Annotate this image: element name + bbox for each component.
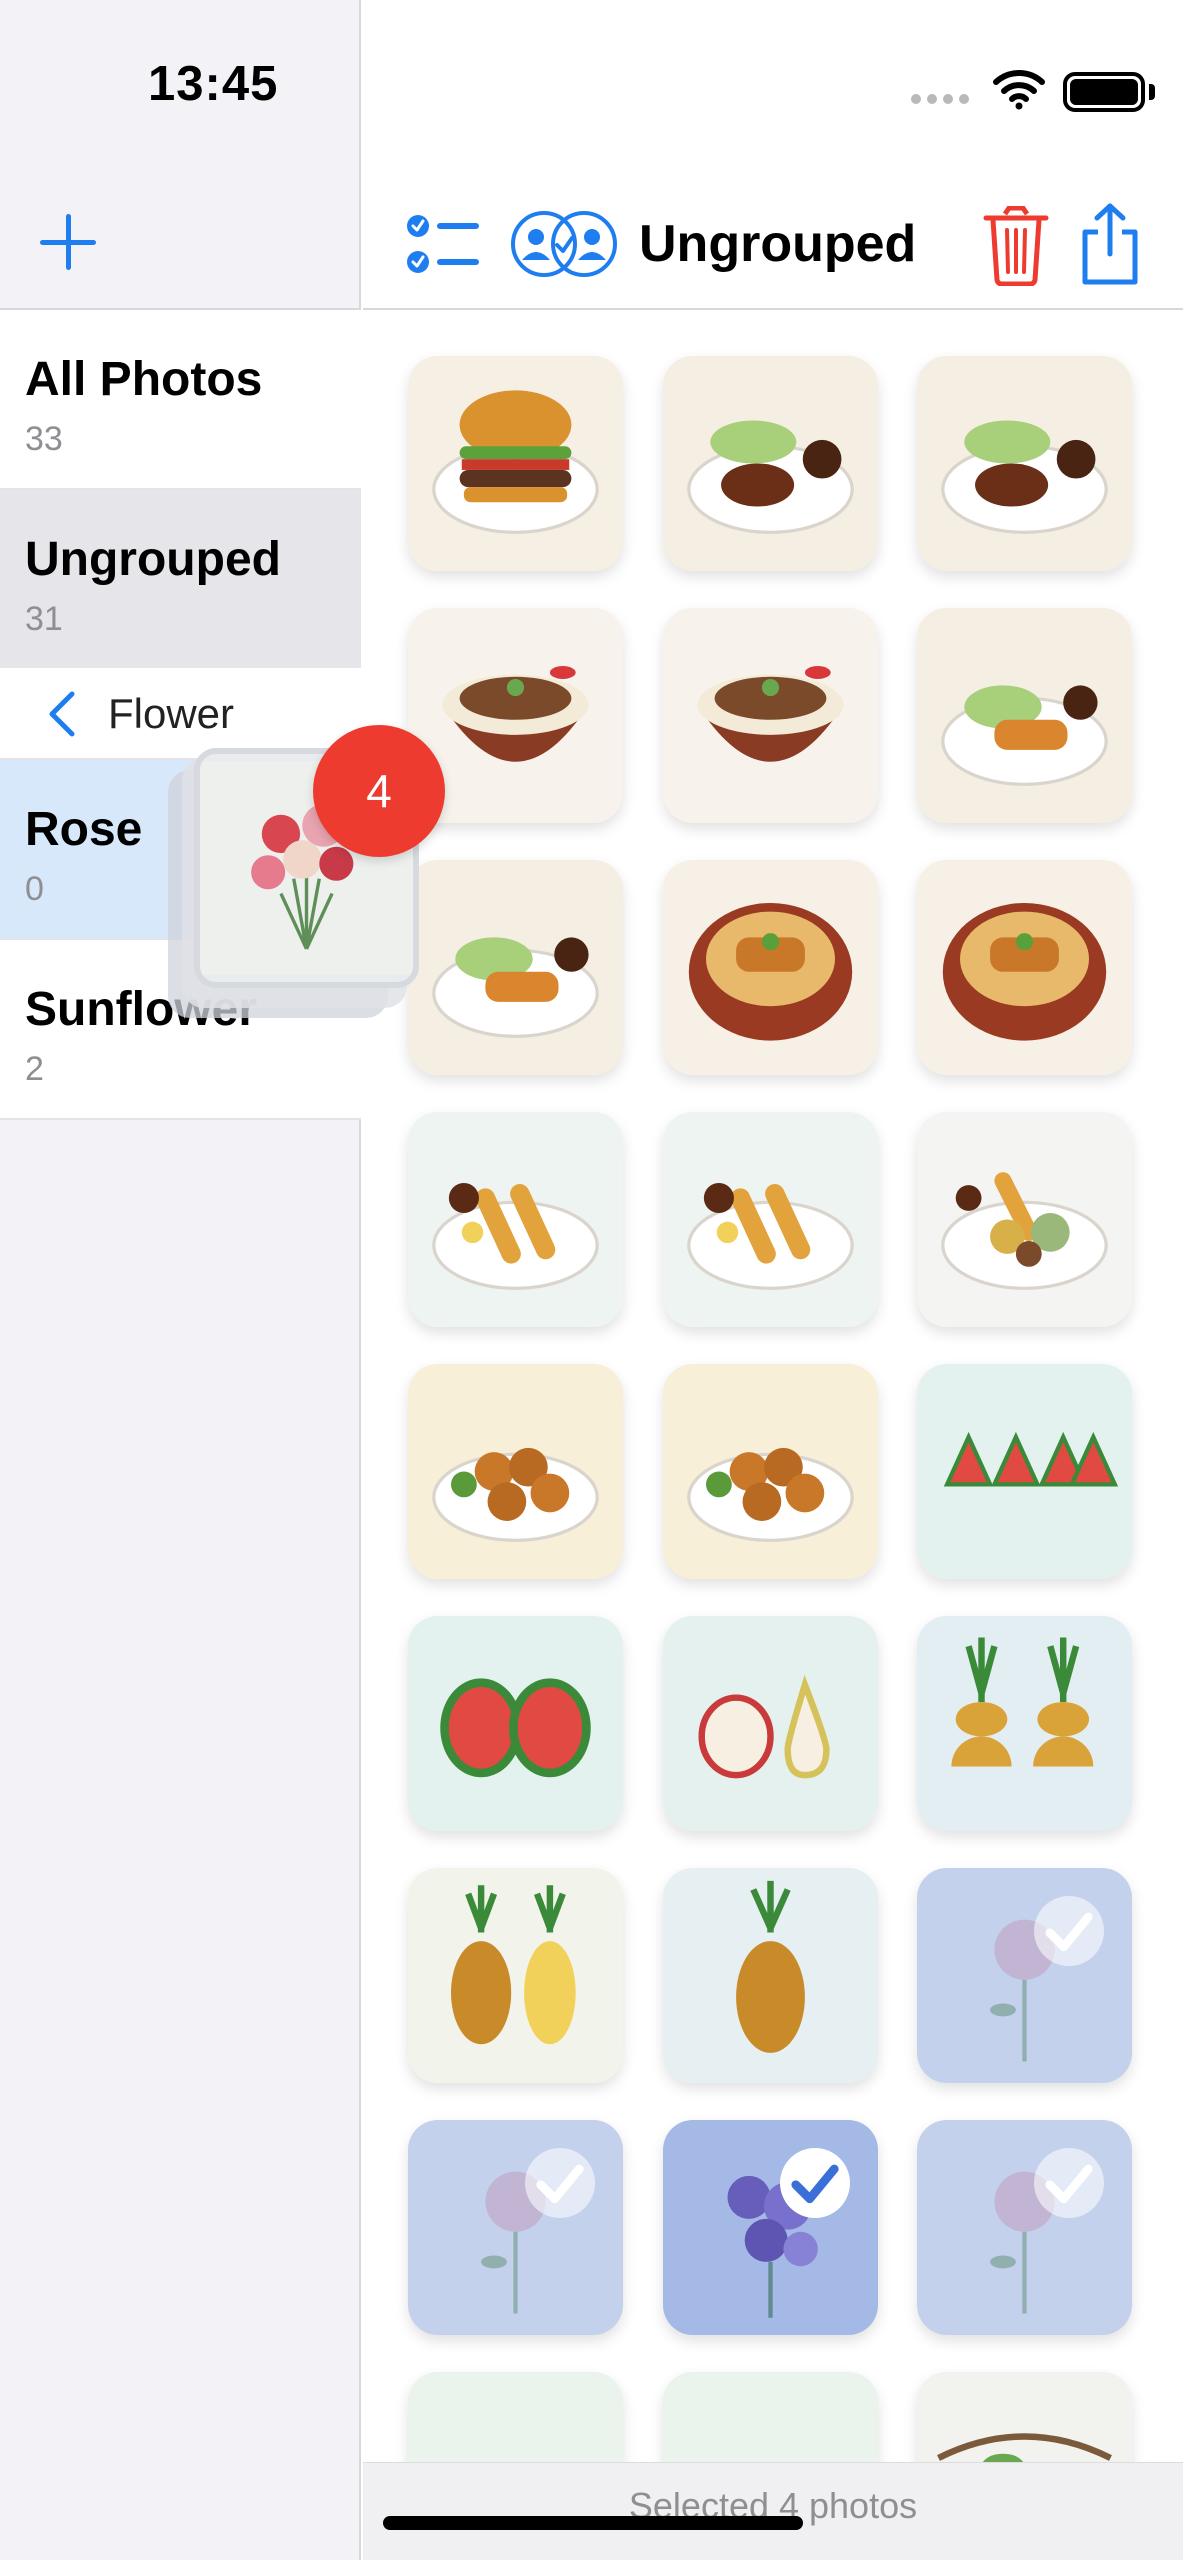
photo-image bbox=[917, 1112, 1132, 1327]
photo-image bbox=[663, 1364, 878, 1579]
photo-image bbox=[663, 1868, 878, 2083]
group-count: 0 bbox=[25, 870, 44, 908]
photo-image bbox=[408, 1364, 623, 1579]
group-count: 31 bbox=[25, 600, 63, 638]
sidebar-item-all-photos[interactable]: All Photos 33 bbox=[0, 310, 361, 490]
photo-image bbox=[663, 608, 878, 823]
photo-thumbnail[interactable] bbox=[917, 2120, 1132, 2335]
photo-thumbnail[interactable] bbox=[663, 356, 878, 571]
photo-thumbnail[interactable] bbox=[408, 860, 623, 1075]
drag-count-badge: 4 bbox=[313, 725, 445, 857]
photo-thumbnail[interactable] bbox=[917, 608, 1132, 823]
photo-thumbnail[interactable] bbox=[663, 1868, 878, 2083]
sidebar-item-ungrouped[interactable]: Ungrouped 31 bbox=[0, 490, 361, 670]
photo-thumbnail[interactable] bbox=[663, 1364, 878, 1579]
photo-thumbnail[interactable] bbox=[408, 2120, 623, 2335]
photo-thumbnail[interactable] bbox=[917, 1868, 1132, 2083]
group-name: All Photos bbox=[25, 353, 263, 406]
photo-image bbox=[408, 1616, 623, 1831]
photo-thumbnail[interactable] bbox=[917, 1364, 1132, 1579]
group-people-icon[interactable] bbox=[508, 208, 620, 280]
photo-thumbnail[interactable] bbox=[917, 860, 1132, 1075]
photo-thumbnail[interactable] bbox=[408, 1364, 623, 1579]
multi-select-icon[interactable] bbox=[405, 210, 483, 280]
trash-icon[interactable] bbox=[983, 206, 1049, 286]
photo-image bbox=[917, 608, 1132, 823]
battery-icon bbox=[1063, 72, 1145, 112]
photo-image bbox=[663, 1616, 878, 1831]
home-indicator bbox=[383, 2516, 803, 2530]
add-group-button[interactable] bbox=[38, 212, 98, 272]
photo-image bbox=[663, 356, 878, 571]
share-icon[interactable] bbox=[1079, 202, 1141, 286]
photo-thumbnail[interactable] bbox=[917, 1616, 1132, 1831]
photo-thumbnail[interactable] bbox=[663, 2120, 878, 2335]
photo-thumbnail[interactable] bbox=[917, 1112, 1132, 1327]
photo-image bbox=[408, 356, 623, 571]
group-name: Rose bbox=[25, 803, 143, 856]
photo-image bbox=[408, 1112, 623, 1327]
page-title: Ungrouped bbox=[639, 215, 917, 273]
photo-image bbox=[917, 1364, 1132, 1579]
wifi-icon bbox=[993, 70, 1045, 110]
cellular-icon bbox=[911, 94, 969, 104]
checkmark-icon bbox=[780, 2148, 850, 2218]
battery-tip bbox=[1149, 84, 1155, 100]
status-bar-indicators bbox=[883, 60, 1183, 120]
photo-thumbnail[interactable] bbox=[408, 1616, 623, 1831]
folder-back-row[interactable]: Flower bbox=[0, 668, 361, 760]
photo-image bbox=[663, 1112, 878, 1327]
group-count: 33 bbox=[25, 420, 63, 458]
checkmark-icon bbox=[525, 2148, 595, 2218]
photo-image bbox=[663, 860, 878, 1075]
checkmark-icon bbox=[1034, 1896, 1104, 1966]
photo-image bbox=[917, 860, 1132, 1075]
toolbar-divider bbox=[363, 308, 1183, 310]
sidebar: 13:45 All Photos 33 Ungrouped 31 Flower … bbox=[0, 0, 361, 2560]
photo-thumbnail[interactable] bbox=[408, 1112, 623, 1327]
photo-thumbnail[interactable] bbox=[917, 356, 1132, 571]
group-count: 2 bbox=[25, 1050, 44, 1088]
checkmark-icon bbox=[1034, 2148, 1104, 2218]
photo-thumbnail[interactable] bbox=[663, 860, 878, 1075]
group-name: Ungrouped bbox=[25, 533, 281, 586]
main-content: Ungrouped Selected 4 photos bbox=[363, 0, 1183, 2560]
status-time: 13:45 bbox=[148, 57, 279, 111]
photo-thumbnail[interactable] bbox=[663, 1616, 878, 1831]
bottom-status-bar: Selected 4 photos bbox=[363, 2462, 1183, 2560]
photo-image bbox=[408, 1868, 623, 2083]
photo-image bbox=[408, 860, 623, 1075]
photo-image bbox=[917, 356, 1132, 571]
photo-thumbnail[interactable] bbox=[408, 356, 623, 571]
toolbar: Ungrouped bbox=[363, 190, 1183, 310]
photo-thumbnail[interactable] bbox=[663, 1112, 878, 1327]
photo-image bbox=[917, 1616, 1132, 1831]
chevron-left-icon bbox=[49, 691, 75, 737]
photo-thumbnail[interactable] bbox=[408, 1868, 623, 2083]
folder-label: Flower bbox=[108, 690, 235, 737]
photo-thumbnail[interactable] bbox=[663, 608, 878, 823]
